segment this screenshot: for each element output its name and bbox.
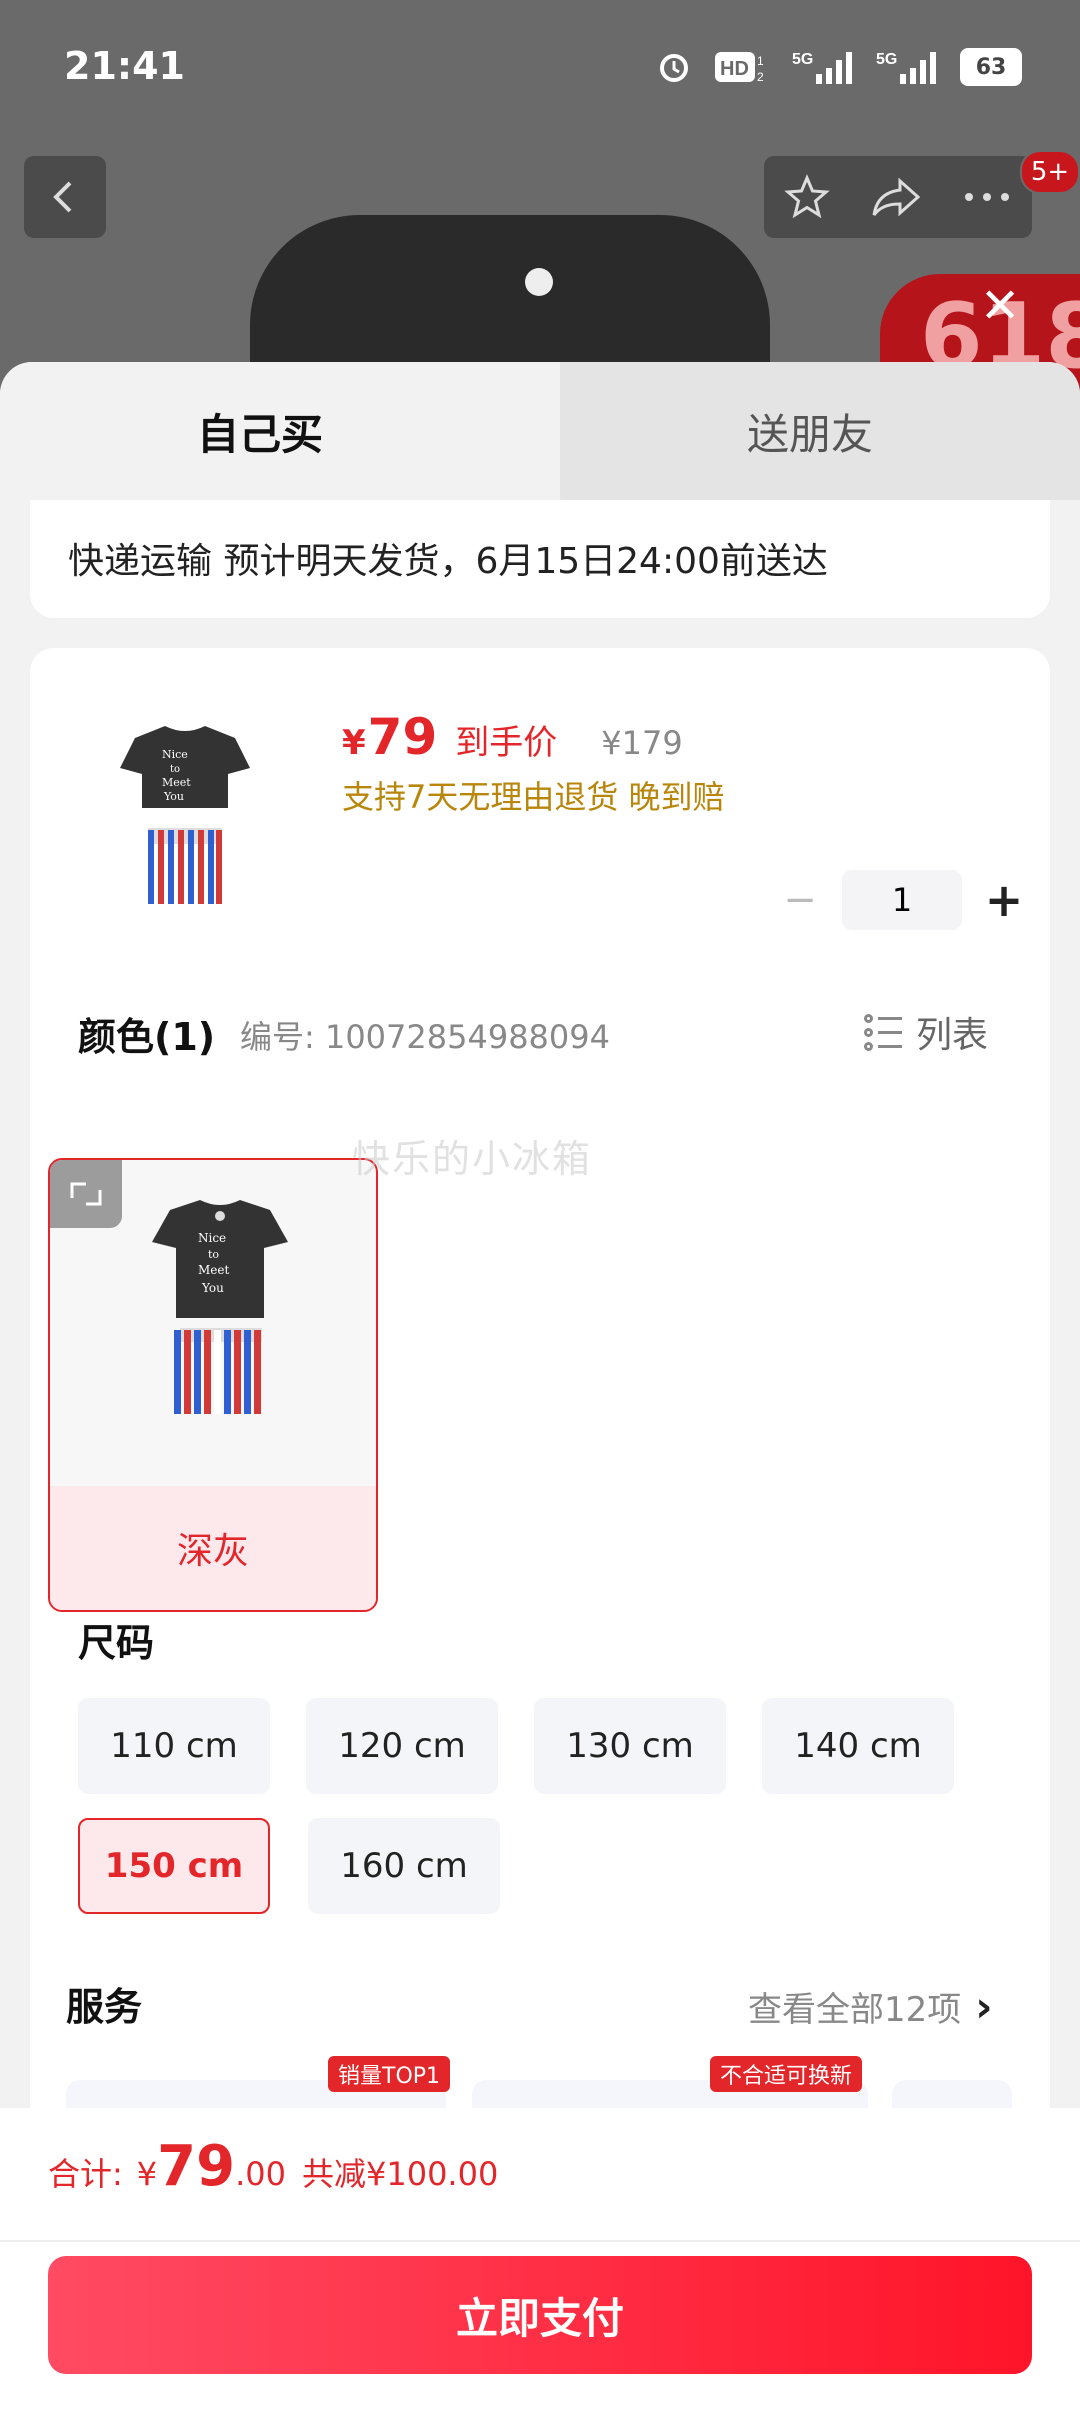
color-option-dark-gray[interactable]: Nice to Meet You 深灰	[48, 1158, 378, 1612]
size-option-150[interactable]: 150 cm	[78, 1818, 270, 1914]
view-all-services-label: 查看全部12项	[748, 1990, 962, 2030]
total-label: 合计:	[48, 2155, 123, 2193]
product-thumbnail[interactable]: Nice to Meet You	[110, 718, 260, 918]
shipping-text: 快递运输 预计明天发货，6月15日24:00前送达	[68, 541, 828, 582]
svg-text:5G: 5G	[792, 51, 813, 68]
alarm-icon	[660, 54, 688, 82]
battery-level: 63	[963, 51, 1019, 83]
quantity-stepper: − 1 +	[770, 870, 1040, 930]
svg-text:to: to	[208, 1248, 219, 1261]
expand-icon[interactable]	[50, 1160, 122, 1228]
svg-text:HD: HD	[720, 58, 749, 80]
total-price: 合计: ¥ 79 .00 共减¥100.00	[48, 2134, 498, 2199]
view-all-services-link[interactable]: 查看全部12项 ›	[748, 1982, 993, 2031]
svg-text:Nice: Nice	[198, 1231, 226, 1245]
chevron-left-icon	[53, 181, 72, 213]
price-label: 到手价	[455, 723, 558, 763]
service-tag-exchange: 不合适可换新	[710, 2056, 863, 2092]
purchase-sheet: 送朋友 自己买 快递运输 预计明天发货，6月15日24:00前送达 Nice t…	[0, 362, 1080, 2412]
list-icon	[864, 1012, 904, 1052]
checkout-bar: 合计: ¥ 79 .00 共减¥100.00 立即支付	[0, 2108, 1080, 2412]
5g-signal-icon: 5G	[792, 51, 852, 84]
service-section-title: 服务	[66, 1985, 143, 2029]
price-value: 79	[367, 708, 438, 766]
total-currency: ¥	[136, 2155, 158, 2193]
battery-icon: 63	[960, 48, 1022, 86]
close-icon[interactable]: ✕	[980, 278, 1020, 334]
tab-gift-label: 送朋友	[746, 409, 873, 459]
watermark: 快乐的小冰箱	[352, 1137, 593, 1181]
service-tag-top-sales: 销量TOP1	[328, 2056, 451, 2092]
divider	[0, 2240, 1080, 2242]
pay-now-button[interactable]: 立即支付	[48, 2256, 1032, 2374]
quantity-plus-button[interactable]: +	[974, 873, 1034, 927]
size-option-130[interactable]: 130 cm	[534, 1698, 726, 1794]
product-code: 编号: 10072854988094	[240, 1018, 610, 1056]
size-option-120[interactable]: 120 cm	[306, 1698, 498, 1794]
tab-gift[interactable]: 送朋友	[540, 362, 1080, 500]
back-button[interactable]	[24, 156, 106, 238]
original-price: ¥179	[601, 724, 683, 762]
svg-text:5G: 5G	[876, 51, 897, 68]
status-time: 21:41	[64, 44, 185, 88]
svg-text:2: 2	[757, 70, 764, 84]
product-image-peek	[250, 215, 770, 385]
total-discount: 共减¥100.00	[301, 2155, 499, 2193]
status-bar: 21:41 HD 1 2 5G 5G 63	[0, 0, 1080, 140]
list-view-label: 列表	[916, 1015, 989, 1056]
price-currency: ¥	[342, 723, 366, 763]
total-decimal: .00	[235, 2155, 286, 2193]
list-view-toggle[interactable]: 列表	[864, 1006, 988, 1058]
5g-signal-icon-2: 5G	[876, 51, 936, 84]
shipping-card: 快递运输 预计明天发货，6月15日24:00前送达	[30, 500, 1050, 618]
top-action-group	[764, 156, 1032, 238]
share-icon[interactable]	[870, 173, 922, 221]
more-icon[interactable]	[961, 187, 1013, 207]
size-option-140[interactable]: 140 cm	[762, 1698, 954, 1794]
quantity-input[interactable]: 1	[842, 870, 962, 930]
size-section-title: 尺码	[78, 1621, 155, 1665]
star-icon[interactable]	[783, 173, 831, 221]
tab-self-label: 自己买	[196, 409, 323, 459]
quantity-minus-button[interactable]: −	[770, 877, 830, 923]
svg-text:Meet: Meet	[198, 1263, 229, 1277]
svg-text:You: You	[201, 1281, 224, 1295]
product-logo	[525, 268, 553, 296]
hd-icon: HD 1 2	[715, 52, 764, 84]
color-option-label: 深灰	[50, 1486, 376, 1610]
size-option-160[interactable]: 160 cm	[308, 1818, 500, 1914]
size-option-110[interactable]: 110 cm	[78, 1698, 270, 1794]
guarantee-text: 支持7天无理由退货 晚到赔	[342, 778, 725, 816]
svg-text:You: You	[163, 790, 184, 803]
svg-text:1: 1	[757, 54, 764, 68]
color-section-title: 颜色(1)	[78, 1015, 216, 1059]
status-icons: HD 1 2 5G 5G 63	[656, 48, 1022, 86]
svg-text:Nice: Nice	[162, 748, 188, 761]
svg-text:to: to	[170, 764, 180, 775]
tab-self[interactable]: 自己买	[0, 362, 560, 500]
color-option-image: Nice to Meet You	[152, 1200, 288, 1414]
total-integer: 79	[157, 2134, 236, 2199]
notification-badge: 5+	[1020, 150, 1080, 194]
chevron-right-icon: ›	[975, 1982, 993, 2031]
svg-text:Meet: Meet	[162, 776, 191, 789]
price-row: ¥ 79 到手价 ¥179	[342, 708, 683, 766]
